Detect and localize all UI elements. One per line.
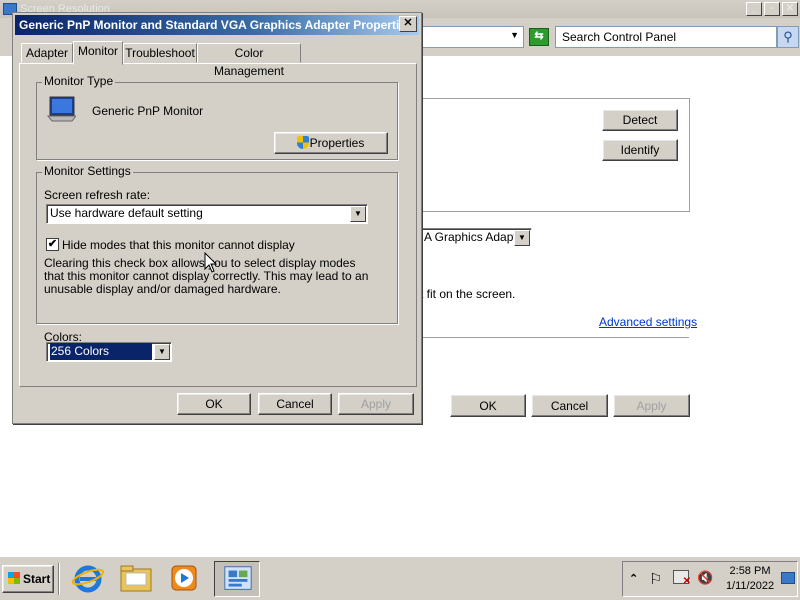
search-icon[interactable]: ⚲ — [777, 26, 799, 48]
address-bar[interactable]: ▼ — [418, 26, 524, 48]
display-select-value: A Graphics Adapter — [424, 230, 528, 244]
monitor-type-legend: Monitor Type — [42, 74, 116, 88]
divider — [420, 337, 689, 338]
start-button[interactable]: Start — [2, 565, 54, 593]
detect-button[interactable]: Detect — [602, 109, 678, 131]
monitor-settings-legend: Monitor Settings — [42, 164, 133, 178]
properties-button[interactable]: Properties — [274, 132, 388, 154]
minimize-button[interactable]: _ — [746, 2, 762, 16]
chevron-down-icon[interactable]: ▼ — [154, 344, 170, 360]
monitor-name: Generic PnP Monitor — [92, 104, 204, 118]
cancel-button[interactable]: Cancel — [258, 393, 332, 415]
chevron-down-icon[interactable]: ▼ — [514, 230, 530, 246]
search-input[interactable]: Search Control Panel — [555, 26, 777, 48]
hide-modes-label[interactable]: Hide modes that this monitor cannot disp… — [62, 238, 295, 252]
flag-icon[interactable]: ⚐ — [649, 570, 662, 588]
monitor-properties-dialog: Generic PnP Monitor and Standard VGA Gra… — [12, 12, 422, 424]
search-placeholder: Search Control Panel — [562, 30, 677, 44]
mouse-cursor-icon — [204, 252, 218, 273]
hide-modes-checkbox[interactable]: ✔ — [46, 238, 59, 251]
ok-button[interactable]: OK — [177, 393, 251, 415]
identify-button[interactable]: Identify — [602, 139, 678, 161]
apply-button[interactable]: Apply — [338, 393, 414, 415]
internet-explorer-icon[interactable] — [70, 561, 106, 595]
refresh-rate-label: Screen refresh rate: — [44, 188, 151, 202]
tab-monitor[interactable]: Monitor — [73, 41, 123, 65]
monitor-icon — [46, 96, 76, 122]
close-icon[interactable]: ✕ — [399, 16, 417, 32]
folder-icon[interactable] — [118, 561, 154, 595]
advanced-settings-link[interactable]: Advanced settings — [599, 315, 697, 329]
colors-value: 256 Colors — [50, 343, 152, 360]
refresh-rate-select[interactable]: Use hardware default setting ▼ — [46, 204, 368, 224]
tab-adapter[interactable]: Adapter — [21, 43, 73, 63]
clock-date: 1/11/2022 — [725, 580, 775, 592]
control-panel-icon — [224, 566, 252, 590]
bg-ok-button[interactable]: OK — [450, 394, 526, 417]
close-icon[interactable]: ✕ — [782, 2, 798, 16]
show-desktop-icon[interactable] — [781, 572, 795, 584]
colors-select[interactable]: 256 Colors ▼ — [46, 342, 172, 362]
bg-apply-button[interactable]: Apply — [613, 394, 690, 417]
chevron-down-icon[interactable]: ▼ — [350, 206, 366, 222]
tab-color-management[interactable]: Color Management — [197, 43, 301, 78]
bg-cancel-button[interactable]: Cancel — [531, 394, 608, 417]
speaker-muted-icon[interactable]: 🔇 — [697, 570, 713, 586]
refresh-icon[interactable]: ⇆ — [529, 28, 549, 46]
taskbar: Start ⌃ ⚐ ✕ 🔇 2:58 PM 1/11/2022 — [0, 556, 800, 600]
maximize-button[interactable]: ▫ — [764, 2, 780, 16]
taskbar-active-item[interactable] — [214, 561, 260, 597]
clock[interactable]: 2:58 PM 1/11/2022 — [721, 564, 779, 594]
shield-icon — [297, 136, 309, 149]
clock-time: 2:58 PM — [729, 565, 771, 577]
system-tray: ⌃ ⚐ ✕ 🔇 2:58 PM 1/11/2022 — [622, 561, 798, 597]
dialog-title: Generic PnP Monitor and Standard VGA Gra… — [15, 15, 419, 35]
refresh-rate-value: Use hardware default setting — [50, 206, 203, 220]
fit-notice: t fit on the screen. — [420, 287, 516, 301]
taskbar-separator — [58, 563, 60, 595]
chevron-down-icon[interactable]: ▼ — [510, 30, 519, 40]
tab-troubleshoot[interactable]: Troubleshoot — [123, 43, 197, 63]
network-icon[interactable]: ✕ — [673, 570, 691, 587]
start-label: Start — [23, 572, 51, 586]
properties-label: Properties — [309, 136, 365, 150]
windows-logo-icon — [8, 572, 20, 584]
display-select[interactable]: A Graphics Adapter ▼ — [420, 228, 532, 248]
media-player-icon[interactable] — [166, 561, 202, 595]
monitor-tab-panel: Monitor Type Generic PnP Monitor Propert… — [19, 63, 417, 387]
chevron-up-icon[interactable]: ⌃ — [629, 572, 638, 585]
